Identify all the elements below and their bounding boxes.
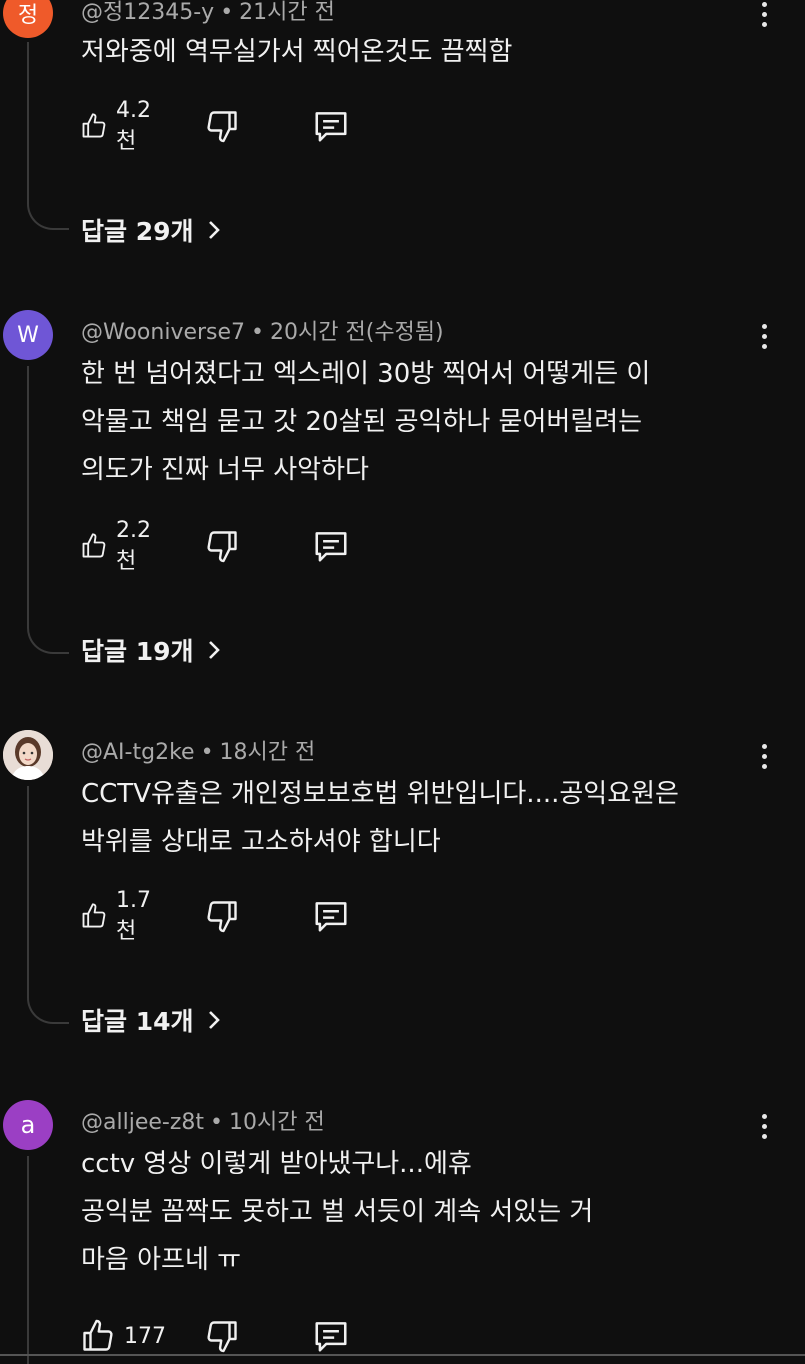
replies-label: 답글 14개 [81,1007,194,1036]
thumbs-up-icon [83,1319,113,1351]
comment-reply-icon [315,1322,347,1352]
dislike-button[interactable] [204,1316,240,1356]
comment-meta: @Wooniverse7 • 20시간 전(수정됨) [81,320,444,345]
comment-author[interactable]: @정12345-y [81,0,214,25]
comment-line: 악물고 책임 묻고 갓 20살된 공익하나 묻어버릴려는 [81,407,643,437]
comment-text: 한 번 넘어졌다고 엑스레이 30방 찍어서 어떻게든 이 악물고 책임 묻고 … [81,350,761,494]
comment-reply-icon [315,532,347,562]
more-vert-icon[interactable] [752,1112,776,1142]
chevron-right-icon [208,1011,220,1029]
comment-meta: @alljee-z8t • 10시간 전 [81,1110,325,1135]
replies-toggle[interactable]: 답글 19개 [81,632,222,668]
dislike-button[interactable] [204,106,240,146]
comment-line: CCTV유출은 개인정보보호법 위반입니다....공익요원은 [81,779,679,809]
comment-line: 의도가 진짜 너무 사악하다 [81,455,369,485]
more-vert-icon[interactable] [752,322,776,352]
reply-button[interactable] [312,106,350,146]
like-count: 1.7천 [116,887,152,944]
thumbs-down-icon [207,531,237,563]
profile-photo-icon [3,730,53,780]
like-count: 2.2천 [116,517,152,574]
replies-label: 답글 19개 [81,637,194,666]
more-vert-icon[interactable] [752,742,776,772]
comment-line: 한 번 넘어졌다고 엑스레이 30방 찍어서 어떻게든 이 [81,359,651,389]
thread-line [27,786,69,1024]
comment-time: 21시간 전 [239,0,335,25]
avatar[interactable]: W [3,310,53,360]
avatar[interactable] [3,730,53,780]
reply-button[interactable] [312,1316,350,1356]
thumbs-down-icon [207,901,237,933]
like-button[interactable]: 1.7천 [80,888,159,944]
bottom-divider [0,1354,805,1356]
thumbs-up-icon [82,903,106,928]
thumbs-down-icon [207,111,237,143]
like-button[interactable]: 2.2천 [80,518,159,574]
comment-meta: @AI-tg2ke • 18시간 전 [81,740,316,765]
dislike-button[interactable] [204,896,240,936]
thumbs-up-icon [82,533,106,558]
dislike-button[interactable] [204,526,240,566]
comment-author[interactable]: @Wooniverse7 [81,320,245,345]
comment-author[interactable]: @AI-tg2ke [81,740,195,765]
comment-line: 공익분 꼼짝도 못하고 벌 서듯이 계속 서있는 거 [81,1197,594,1227]
comment-text: cctv 영상 이렇게 받아냈구나...에휴 공익분 꼼짝도 못하고 벌 서듯이… [81,1140,761,1284]
replies-label: 답글 29개 [81,217,194,246]
comment-meta: @정12345-y • 21시간 전 [81,0,335,25]
comment-reply-icon [315,112,347,142]
reply-button[interactable] [312,526,350,566]
comment-time: 20시간 전(수정됨) [270,320,444,345]
thread-line [27,1156,29,1364]
thread-line [27,366,69,654]
replies-toggle[interactable]: 답글 14개 [81,1002,222,1038]
avatar[interactable]: a [3,1100,53,1150]
comment-text: CCTV유출은 개인정보보호법 위반입니다....공익요원은 박위를 상대로 고… [81,770,761,866]
comment-line: 마음 아프네 ㅠ [81,1245,242,1275]
chevron-right-icon [208,221,220,239]
chevron-right-icon [208,641,220,659]
comment-time: 18시간 전 [219,740,316,765]
thumbs-up-icon [82,113,106,138]
like-button[interactable]: 4.2천 [80,98,159,154]
comment-time: 10시간 전 [228,1110,325,1135]
comment-reply-icon [315,902,347,932]
avatar-letter: a [20,1111,36,1139]
like-count: 4.2천 [116,97,152,154]
avatar-letter: 정 [17,3,39,28]
reply-button[interactable] [312,896,350,936]
replies-toggle[interactable]: 답글 29개 [81,212,222,248]
comment-line: 박위를 상대로 고소하셔야 합니다 [81,827,441,857]
comment-author[interactable]: @alljee-z8t [81,1110,204,1135]
like-count: 177 [124,1323,166,1349]
avatar-letter: W [17,322,39,348]
more-vert-icon[interactable] [752,0,776,30]
avatar[interactable]: 정 [3,0,53,38]
like-button[interactable]: 177 [80,1316,166,1356]
comment-text: 저와중에 역무실가서 찍어온것도 끔찍함 [81,28,761,76]
thread-line [27,42,69,230]
thumbs-down-icon [207,1321,237,1353]
comment-line: 저와중에 역무실가서 찍어온것도 끔찍함 [81,37,513,67]
comment-line: cctv 영상 이렇게 받아냈구나...에휴 [81,1149,472,1179]
